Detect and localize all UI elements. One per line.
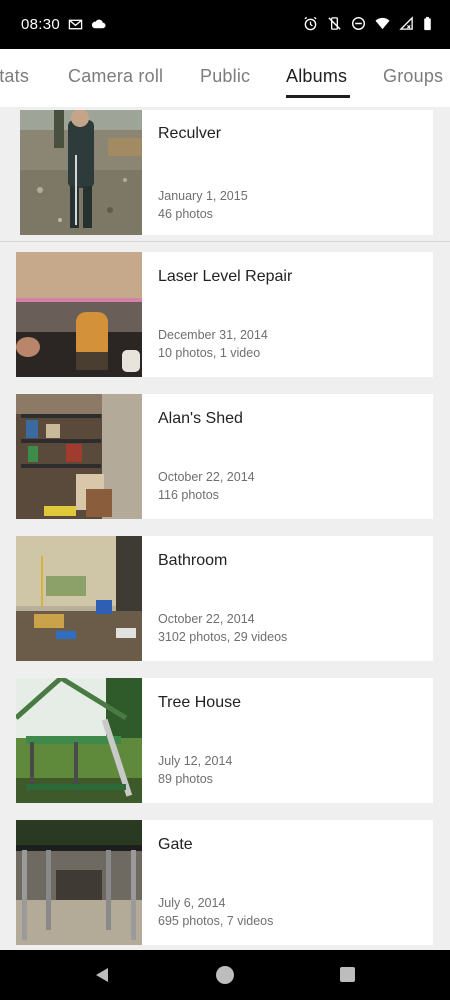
list-divider	[0, 241, 450, 242]
album-title: Bathroom	[158, 552, 228, 569]
tab-camera-roll[interactable]: Camera roll	[68, 66, 163, 87]
tab-groups[interactable]: Groups	[383, 66, 443, 87]
album-date: October 22, 2014	[158, 612, 255, 626]
album-date: July 12, 2014	[158, 754, 233, 768]
alarm-icon	[303, 16, 318, 31]
status-right-icons	[303, 16, 432, 31]
album-title: Laser Level Repair	[158, 268, 293, 285]
album-card-bathroom[interactable]: Bathroom October 22, 2014 3102 photos, 2…	[16, 536, 433, 661]
album-date: January 1, 2015	[158, 189, 248, 203]
album-thumbnail	[16, 252, 142, 377]
vibrate-off-icon	[327, 16, 342, 31]
album-count: 116 photos	[158, 488, 219, 502]
album-count: 89 photos	[158, 772, 213, 786]
album-title: Alan's Shed	[158, 410, 243, 427]
active-tab-indicator	[286, 95, 350, 98]
album-date: December 31, 2014	[158, 328, 268, 342]
status-left-icons	[68, 17, 106, 32]
status-bar: 08:30	[0, 0, 450, 49]
album-card-tree-house[interactable]: Tree House July 12, 2014 89 photos	[16, 678, 433, 803]
album-count: 46 photos	[158, 207, 213, 221]
album-thumbnail	[16, 536, 142, 661]
cloud-icon	[91, 17, 106, 32]
tab-public[interactable]: Public	[200, 66, 250, 87]
album-date: July 6, 2014	[158, 896, 226, 910]
back-triangle-icon[interactable]	[94, 967, 110, 983]
status-time: 08:30	[21, 16, 61, 33]
recents-square-icon[interactable]	[340, 967, 355, 982]
tab-stats[interactable]: Stats	[0, 66, 29, 87]
album-card-gate[interactable]: Gate July 6, 2014 695 photos, 7 videos	[16, 820, 433, 945]
album-title: Tree House	[158, 694, 241, 711]
album-card-alans-shed[interactable]: Alan's Shed October 22, 2014 116 photos	[16, 394, 433, 519]
album-card-reculver[interactable]: Reculver January 1, 2015 46 photos	[20, 110, 433, 235]
album-count: 3102 photos, 29 videos	[158, 630, 288, 644]
tab-albums[interactable]: Albums	[286, 66, 347, 87]
album-count: 695 photos, 7 videos	[158, 914, 274, 928]
battery-icon	[423, 16, 432, 31]
do-not-disturb-icon	[351, 16, 366, 31]
wifi-icon	[375, 16, 390, 31]
album-list[interactable]: Reculver January 1, 2015 46 photos Laser…	[0, 107, 450, 950]
tab-bar: Stats Camera roll Public Albums Groups	[0, 49, 450, 107]
album-date: October 22, 2014	[158, 470, 255, 484]
system-nav-bar	[0, 950, 450, 1000]
album-thumbnail	[16, 820, 142, 945]
album-title: Reculver	[158, 125, 222, 142]
album-thumbnail	[20, 110, 142, 235]
home-circle-icon[interactable]	[216, 966, 234, 984]
album-count: 10 photos, 1 video	[158, 346, 261, 360]
album-card-laser-level-repair[interactable]: Laser Level Repair December 31, 2014 10 …	[16, 252, 433, 377]
album-title: Gate	[158, 836, 193, 853]
album-thumbnail	[16, 394, 142, 519]
mail-icon	[68, 17, 83, 32]
album-thumbnail	[16, 678, 142, 803]
signal-icon	[399, 16, 414, 31]
